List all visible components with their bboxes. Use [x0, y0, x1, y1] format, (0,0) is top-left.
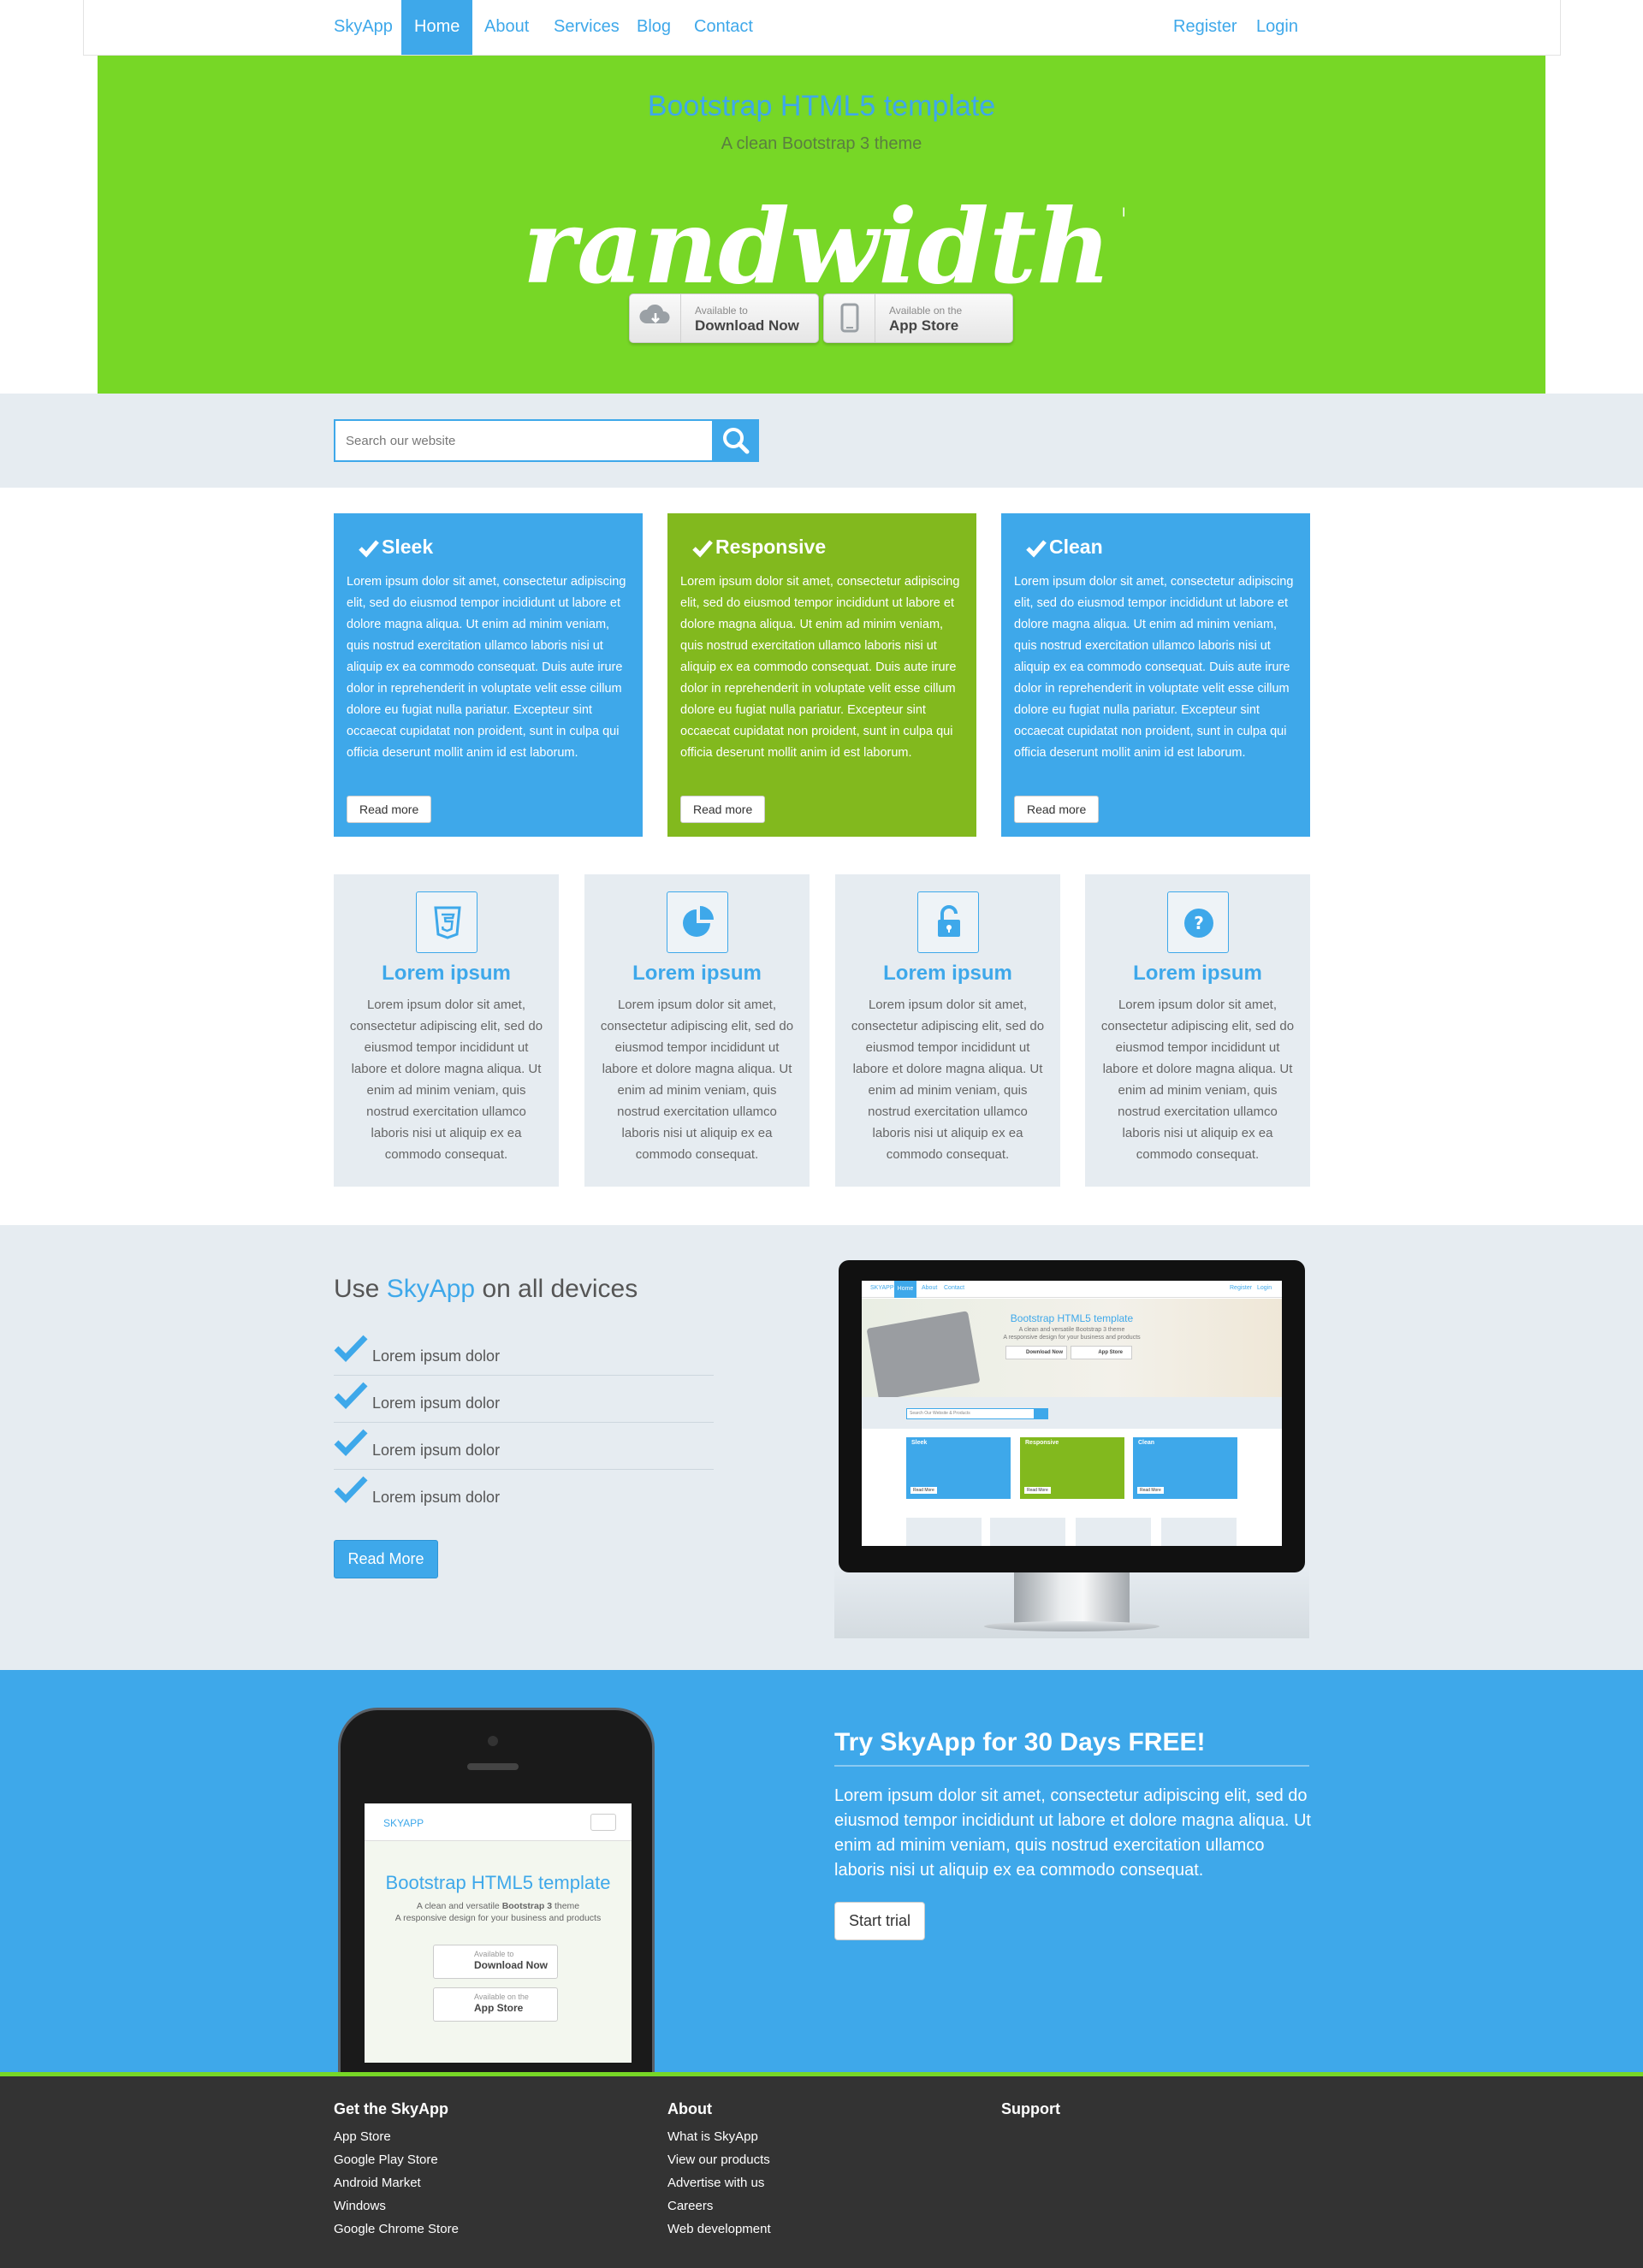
- svg-text:?: ?: [1194, 913, 1204, 933]
- download-small-label: Available to: [695, 305, 748, 317]
- nav-link-contact[interactable]: Contact: [694, 0, 753, 55]
- check-icon: [334, 1335, 368, 1363]
- search-input[interactable]: [334, 419, 712, 462]
- card-title: Lorem ipsum: [382, 962, 511, 985]
- feature-title: Sleek: [382, 536, 434, 558]
- nav-link-blog[interactable]: Blog: [637, 0, 671, 55]
- trial-section: [0, 1670, 1643, 2072]
- check-icon: [692, 540, 713, 558]
- footer-heading: Support: [1001, 2100, 1060, 2117]
- card-text: Lorem ipsum dolor sit amet, consectetur …: [1100, 998, 1295, 1162]
- footer-link[interactable]: Windows: [334, 2199, 386, 2213]
- feature-title: Responsive: [715, 536, 827, 558]
- read-more-button[interactable]: Read more: [680, 796, 766, 823]
- info-card: Lorem ipsum Lorem ipsum dolor sit amet, …: [584, 874, 810, 1187]
- start-trial-button[interactable]: Start trial: [834, 1902, 925, 1940]
- search-section: [0, 394, 1643, 488]
- feature-title: Clean: [1049, 536, 1103, 558]
- unlock-icon: [917, 891, 979, 953]
- devices-title: Use SkyApp on all devices: [334, 1275, 638, 1303]
- footer-link[interactable]: Web development: [667, 2222, 771, 2236]
- check-icon: [1026, 540, 1047, 558]
- nav-link-about[interactable]: About: [484, 0, 529, 55]
- card-text: Lorem ipsum dolor sit amet, consectetur …: [851, 998, 1045, 1162]
- footer-link[interactable]: View our products: [667, 2153, 770, 2167]
- monitor-stand: [1014, 1572, 1130, 1625]
- pie-chart-icon: [667, 891, 728, 953]
- trial-text: Lorem ipsum dolor sit amet, consectetur …: [834, 1786, 1311, 1880]
- check-list-item: Lorem ipsum dolor: [334, 1376, 714, 1423]
- search-icon: [723, 428, 750, 454]
- search-button[interactable]: [712, 419, 759, 462]
- trial-title: Try SkyApp for 30 Days FREE!: [834, 1728, 1206, 1756]
- card-title: Lorem ipsum: [883, 962, 1012, 985]
- monitor-base: [984, 1621, 1160, 1631]
- card-text: Lorem ipsum dolor sit amet, consectetur …: [600, 998, 794, 1162]
- check-icon: [359, 540, 379, 558]
- navbar: [83, 0, 1561, 56]
- nav-brand[interactable]: SkyApp: [334, 0, 393, 55]
- footer-link[interactable]: Careers: [667, 2199, 713, 2213]
- read-more-button[interactable]: Read more: [347, 796, 432, 823]
- html5-icon: [416, 891, 477, 953]
- info-card: Lorem ipsum Lorem ipsum dolor sit amet, …: [835, 874, 1060, 1187]
- footer-heading: Get the SkyApp: [334, 2100, 449, 2117]
- question-icon: ?: [1167, 891, 1229, 953]
- read-more-button[interactable]: Read more: [1014, 796, 1100, 823]
- download-now-button[interactable]: Available to Download Now: [629, 293, 819, 343]
- appstore-big-label: App Store: [889, 317, 959, 334]
- footer-link[interactable]: Android Market: [334, 2176, 421, 2190]
- read-more-button[interactable]: Read More: [334, 1540, 438, 1578]
- feature-text: Lorem ipsum dolor sit amet, consectetur …: [347, 575, 626, 760]
- footer-link[interactable]: App Store: [334, 2129, 391, 2144]
- nav-link-home[interactable]: Home: [401, 0, 473, 55]
- card-title: Lorem ipsum: [1133, 962, 1262, 985]
- check-list-item: Lorem ipsum dolor: [334, 1329, 714, 1376]
- info-card: Lorem ipsum Lorem ipsum dolor sit amet, …: [334, 874, 559, 1187]
- footer-link[interactable]: Google Chrome Store: [334, 2222, 459, 2236]
- phone-screen-preview: SKYAPP Bootstrap HTML5 template A clean …: [365, 1803, 632, 2063]
- feature-box-responsive: Responsive Lorem ipsum dolor sit amet, c…: [667, 513, 976, 837]
- check-icon: [334, 1476, 368, 1504]
- card-text: Lorem ipsum dolor sit amet, consectetur …: [349, 998, 543, 1162]
- devices-section: [0, 1225, 1643, 1670]
- footer-link[interactable]: What is SkyApp: [667, 2129, 758, 2144]
- info-card: ? Lorem ipsum Lorem ipsum dolor sit amet…: [1085, 874, 1310, 1187]
- hero-title: Bootstrap HTML5 template: [647, 90, 996, 122]
- nav-link-services[interactable]: Services: [554, 0, 620, 55]
- check-icon: [334, 1429, 368, 1457]
- feature-box-clean: Clean Lorem ipsum dolor sit amet, consec…: [1001, 513, 1310, 837]
- check-icon: [334, 1382, 368, 1410]
- appstore-small-label: Available on the: [889, 305, 963, 317]
- footer: [0, 2072, 1643, 2268]
- card-title: Lorem ipsum: [632, 962, 762, 985]
- nav-link-register[interactable]: Register: [1173, 0, 1237, 55]
- check-list-item: Lorem ipsum dolor: [334, 1423, 714, 1470]
- download-big-label: Download Now: [695, 317, 799, 334]
- footer-link[interactable]: Google Play Store: [334, 2153, 438, 2167]
- menu-icon: [590, 1814, 616, 1831]
- feature-text: Lorem ipsum dolor sit amet, consectetur …: [680, 575, 960, 760]
- check-list-item: Lorem ipsum dolor: [334, 1470, 714, 1517]
- feature-box-sleek: Sleek Lorem ipsum dolor sit amet, consec…: [334, 513, 643, 837]
- monitor-screen-preview: SKYAPP Home About Contact Register Login…: [862, 1281, 1282, 1546]
- nav-link-login[interactable]: Login: [1256, 0, 1298, 55]
- footer-heading: About: [667, 2100, 712, 2117]
- logo-text: Brandwidth™: [525, 187, 1124, 307]
- hero-banner: Bootstrap HTML5 template A clean Bootstr…: [98, 56, 1545, 394]
- footer-link[interactable]: Advertise with us: [667, 2176, 764, 2190]
- download-cloud-icon: [630, 294, 681, 342]
- feature-text: Lorem ipsum dolor sit amet, consectetur …: [1014, 575, 1294, 760]
- phone-icon: [824, 294, 875, 342]
- app-store-button[interactable]: Available on the App Store: [823, 293, 1013, 343]
- divider: [834, 1765, 1309, 1767]
